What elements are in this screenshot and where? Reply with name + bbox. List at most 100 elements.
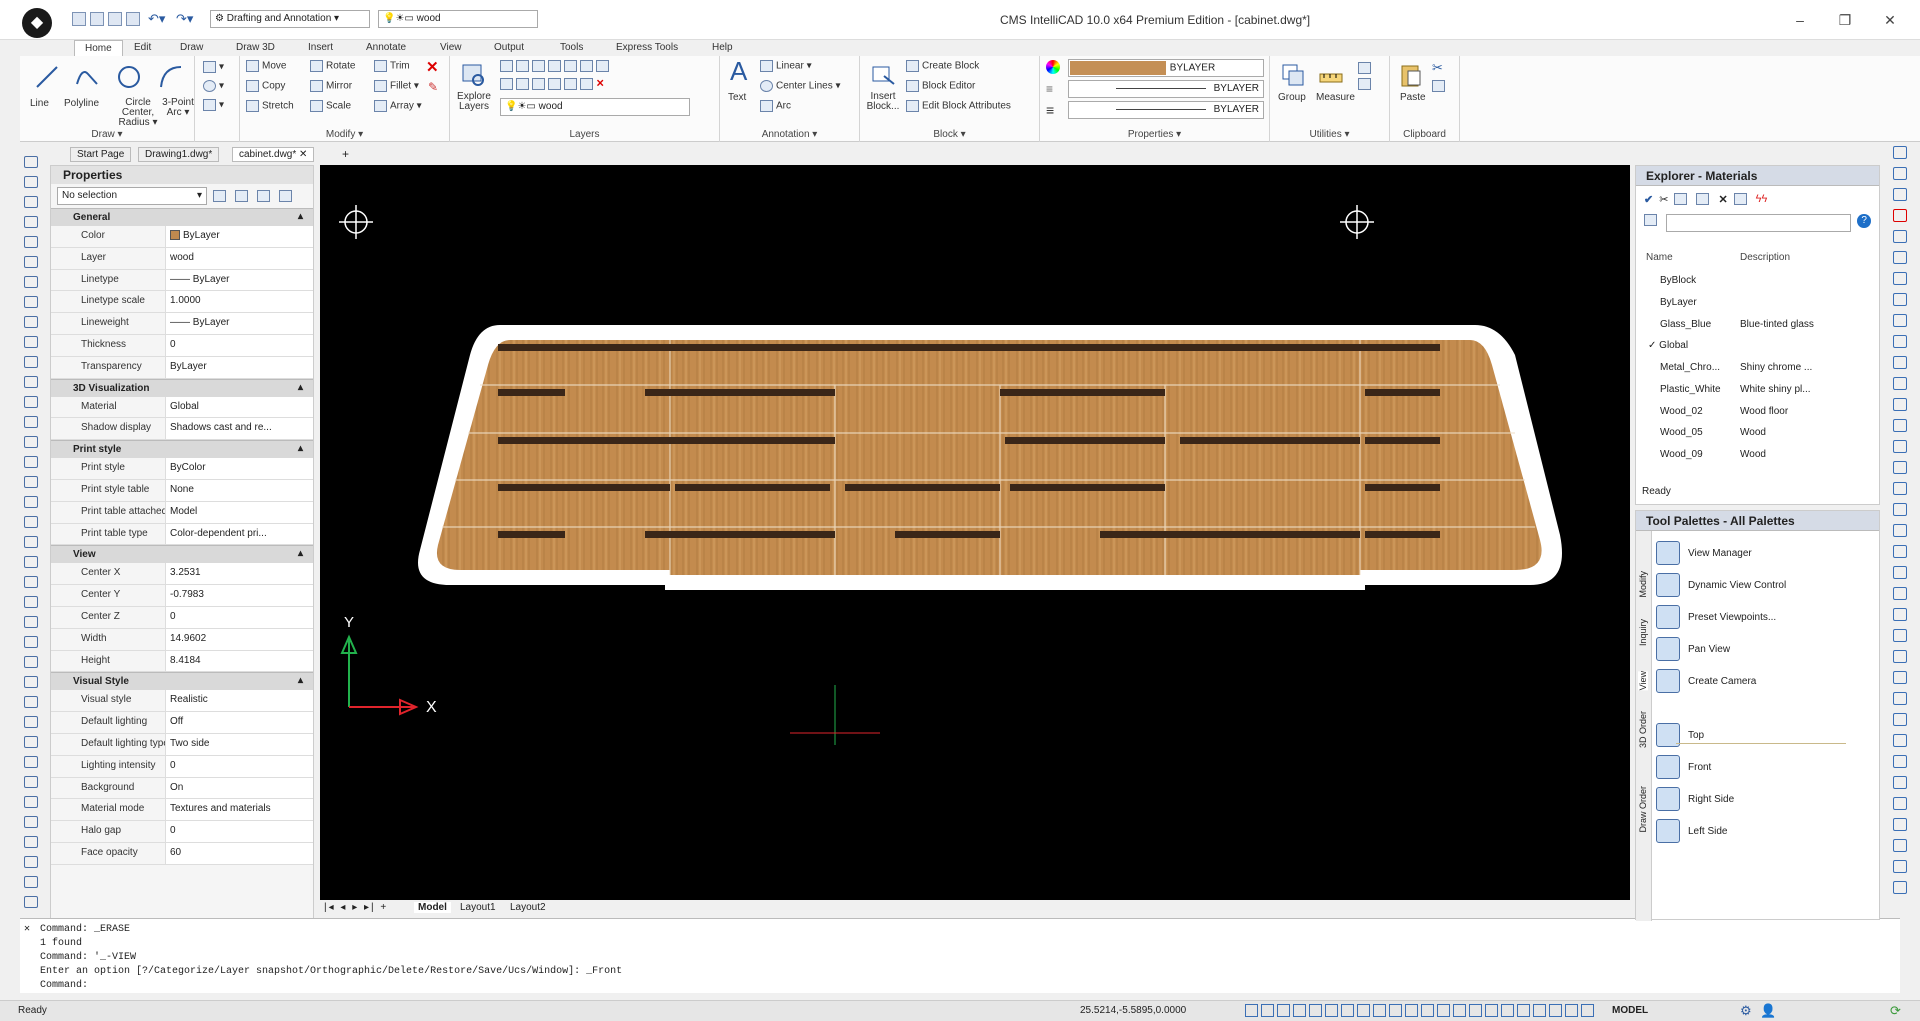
- draw-tool-icon[interactable]: [24, 856, 38, 868]
- hatch-icon[interactable]: ▾: [203, 99, 224, 111]
- property-value[interactable]: 60: [165, 842, 313, 864]
- draw-tool-icon[interactable]: [24, 616, 38, 628]
- clipboard-panel-label[interactable]: Clipboard: [1390, 129, 1459, 140]
- insert-block-icon[interactable]: [870, 62, 896, 88]
- edit-attr-button[interactable]: Edit Block Attributes: [906, 100, 1011, 112]
- property-value[interactable]: 14.9602: [165, 628, 313, 650]
- layout-tab-model[interactable]: Model: [414, 902, 451, 913]
- section-visual-style[interactable]: Visual Style ▴: [51, 672, 313, 691]
- draw-tool-icon[interactable]: [24, 836, 38, 848]
- modify-tool-icon[interactable]: [1893, 146, 1907, 159]
- palette-item[interactable]: Preset Viewpoints...: [1656, 605, 1776, 629]
- maximize-button[interactable]: ❐: [1830, 8, 1860, 32]
- undo-icon[interactable]: ↶▾: [148, 11, 165, 27]
- group-label[interactable]: Group: [1278, 92, 1306, 103]
- stretch-button[interactable]: Stretch: [246, 100, 294, 112]
- material-row[interactable]: Wood_09 Wood: [1646, 444, 1861, 466]
- draw-tool-icon[interactable]: [24, 256, 38, 268]
- status-toggle-icon[interactable]: [1501, 1004, 1514, 1017]
- annotation-panel-label[interactable]: Annotation ▾: [720, 129, 859, 140]
- collapse-caret-icon[interactable]: ▴: [298, 211, 303, 222]
- copy-material-icon[interactable]: [1674, 193, 1688, 205]
- col-desc[interactable]: Description: [1740, 252, 1790, 263]
- material-row[interactable]: ✓ Global: [1646, 335, 1861, 357]
- filter-icon[interactable]: [279, 190, 292, 202]
- property-value[interactable]: 3.2531: [165, 563, 313, 585]
- select-objects-icon[interactable]: [235, 190, 248, 202]
- draw-tool-icon[interactable]: [24, 516, 38, 528]
- block-panel-label[interactable]: Block ▾: [860, 129, 1039, 140]
- modify-tool-icon[interactable]: [1893, 692, 1907, 705]
- modify-tool-icon[interactable]: [1893, 167, 1907, 180]
- draw-tool-icon[interactable]: [24, 556, 38, 568]
- side-tab-draw-order[interactable]: Draw Order: [1638, 786, 1648, 833]
- circle-icon[interactable]: [116, 64, 142, 90]
- draw-panel-label[interactable]: Draw ▾: [20, 129, 194, 140]
- layout-tab-layout2[interactable]: Layout2: [510, 902, 546, 913]
- modify-tool-icon[interactable]: [1893, 377, 1907, 390]
- tab-draw-3d[interactable]: Draw 3D: [236, 40, 275, 56]
- apply-icon[interactable]: ✔: [1644, 193, 1653, 206]
- draw-tool-icon[interactable]: [24, 236, 38, 248]
- draw-tool-icon[interactable]: [24, 896, 38, 908]
- draw-tool-icon[interactable]: [24, 196, 38, 208]
- modify-tool-icon[interactable]: [1893, 272, 1907, 285]
- modify-tool-icon[interactable]: [1893, 524, 1907, 537]
- new-icon[interactable]: [72, 12, 86, 26]
- collapse-caret-icon[interactable]: ▴: [298, 675, 303, 686]
- draw-tool-icon[interactable]: [24, 296, 38, 308]
- layer-select[interactable]: 💡☀▭ wood: [500, 98, 690, 116]
- doc-tab-cabinet[interactable]: cabinet.dwg* ✕: [232, 147, 315, 162]
- tab-annotate[interactable]: Annotate: [366, 40, 406, 56]
- doc-tab-drawing1[interactable]: Drawing1.dwg*: [138, 147, 220, 162]
- modify-tool-icon[interactable]: [1893, 356, 1907, 369]
- minimize-button[interactable]: –: [1785, 8, 1815, 32]
- draw-tool-icon[interactable]: [24, 876, 38, 888]
- palette-item[interactable]: Front: [1656, 755, 1711, 779]
- layout-nav-arrows[interactable]: |◂ ◂ ▸ ▸| +: [324, 902, 388, 913]
- polyline-icon[interactable]: [74, 64, 100, 90]
- draw-tool-icon[interactable]: [24, 676, 38, 688]
- draw-tool-icon[interactable]: [24, 816, 38, 828]
- modify-tool-icon[interactable]: [1893, 398, 1907, 411]
- delete-material-icon[interactable]: ✕: [1718, 193, 1727, 206]
- sync-icon[interactable]: ⟳: [1890, 1003, 1901, 1019]
- status-toggle-icon[interactable]: [1485, 1004, 1498, 1017]
- status-toggle-icon[interactable]: [1469, 1004, 1482, 1017]
- layer-quick-select[interactable]: 💡☀▭ wood: [378, 10, 538, 28]
- selection-select[interactable]: No selection ▾: [57, 187, 207, 205]
- draw-tool-icon[interactable]: [24, 776, 38, 788]
- modify-tool-icon[interactable]: [1893, 482, 1907, 495]
- modify-tool-icon[interactable]: [1893, 818, 1907, 831]
- modify-tool-icon[interactable]: [1893, 713, 1907, 726]
- status-toggle-icon[interactable]: [1277, 1004, 1290, 1017]
- status-toggle-icon[interactable]: [1293, 1004, 1306, 1017]
- modify-tool-icon[interactable]: [1893, 419, 1907, 432]
- draw-tool-icon[interactable]: [24, 496, 38, 508]
- draw-tool-icon[interactable]: [24, 176, 38, 188]
- status-toggle-icon[interactable]: [1405, 1004, 1418, 1017]
- measure-icon[interactable]: [1318, 62, 1344, 88]
- polyline-label[interactable]: Polyline: [64, 98, 99, 109]
- material-row[interactable]: Glass_Blue Blue-tinted glass: [1646, 313, 1861, 335]
- paste-material-icon[interactable]: [1696, 193, 1710, 205]
- modify-tool-icon[interactable]: [1893, 461, 1907, 474]
- modify-tool-icon[interactable]: [1893, 293, 1907, 306]
- modify-tool-icon[interactable]: [1893, 545, 1907, 558]
- purge-icon[interactable]: ϟϟ: [1756, 193, 1768, 205]
- draw-tool-icon[interactable]: [24, 436, 38, 448]
- user-icon[interactable]: 👤: [1760, 1003, 1776, 1019]
- doc-tab-start-page[interactable]: Start Page: [70, 147, 132, 162]
- tab-help[interactable]: Help: [712, 40, 733, 56]
- draw-tool-icon[interactable]: [24, 736, 38, 748]
- list-view-icon[interactable]: [1644, 214, 1657, 226]
- status-toggle-icon[interactable]: [1517, 1004, 1530, 1017]
- modify-tool-icon[interactable]: [1893, 881, 1907, 894]
- copy-clip-icon[interactable]: [1432, 80, 1448, 92]
- modify-tool-icon[interactable]: [1893, 566, 1907, 579]
- draw-tool-icon[interactable]: [24, 276, 38, 288]
- status-toggle-icon[interactable]: [1453, 1004, 1466, 1017]
- quick-select-icon[interactable]: [213, 190, 226, 202]
- material-row[interactable]: Metal_Chro... Shiny chrome ...: [1646, 357, 1861, 379]
- material-row[interactable]: ByLayer: [1646, 292, 1861, 314]
